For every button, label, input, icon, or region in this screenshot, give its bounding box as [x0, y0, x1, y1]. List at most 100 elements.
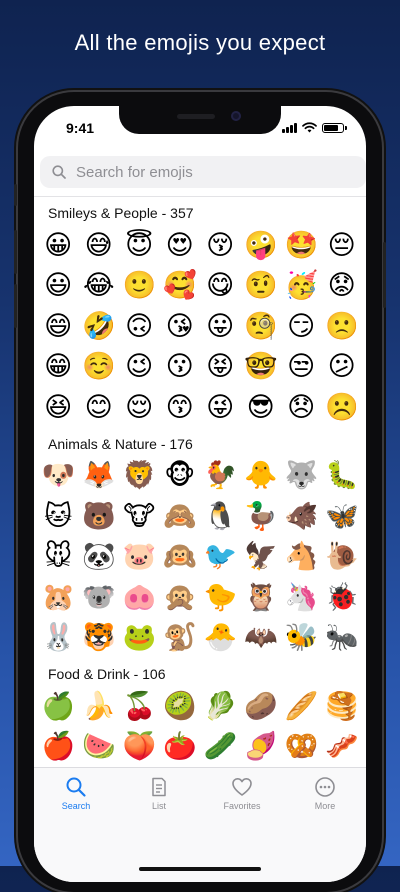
emoji-cell[interactable]: 😟: [322, 266, 363, 307]
emoji-cell[interactable]: 😰: [362, 387, 366, 428]
emoji-cell[interactable]: 🙉: [160, 537, 201, 578]
emoji-cell[interactable]: 🙁: [322, 306, 363, 347]
emoji-cell[interactable]: 🤩: [281, 225, 322, 266]
emoji-cell[interactable]: 🙂: [119, 266, 160, 307]
emoji-cell[interactable]: 😆: [38, 387, 79, 428]
emoji-cell[interactable]: 🐴: [281, 537, 322, 578]
emoji-cell[interactable]: 😗: [160, 347, 201, 388]
emoji-cell[interactable]: 🦁: [119, 456, 160, 497]
emoji-cell[interactable]: 🐨: [79, 577, 120, 618]
emoji-cell[interactable]: 😘: [160, 306, 201, 347]
emoji-cell[interactable]: 🥔: [241, 686, 282, 727]
emoji-cell[interactable]: 😀: [38, 225, 79, 266]
emoji-cell[interactable]: 😉: [119, 347, 160, 388]
emoji-cell[interactable]: 🥬: [200, 686, 241, 727]
emoji-cell[interactable]: 🐰: [38, 618, 79, 659]
emoji-cell[interactable]: 🐌: [322, 537, 363, 578]
emoji-cell[interactable]: 🍌: [79, 686, 120, 727]
emoji-cell[interactable]: 🐶: [38, 456, 79, 497]
tab-search[interactable]: Search: [46, 776, 106, 811]
emoji-cell[interactable]: 🙈: [160, 496, 201, 537]
emoji-cell[interactable]: 🥝: [160, 686, 201, 727]
emoji-cell[interactable]: 🐷: [119, 537, 160, 578]
emoji-cell[interactable]: 🍠: [241, 727, 282, 768]
emoji-cell[interactable]: 🙃: [119, 306, 160, 347]
emoji-cell[interactable]: 🤣: [79, 306, 120, 347]
emoji-cell[interactable]: 🦟: [362, 456, 366, 497]
emoji-cell[interactable]: 😵: [362, 266, 366, 307]
emoji-cell[interactable]: 🐮: [119, 496, 160, 537]
emoji-cell[interactable]: 🥞: [322, 686, 363, 727]
emoji-cell[interactable]: 🐤: [200, 577, 241, 618]
emoji-cell[interactable]: 😨: [362, 347, 366, 388]
emoji-cell[interactable]: 🤓: [241, 347, 282, 388]
emoji-cell[interactable]: 🍒: [119, 686, 160, 727]
emoji-cell[interactable]: 🐹: [38, 577, 79, 618]
emoji-cell[interactable]: 🙊: [160, 577, 201, 618]
tab-more[interactable]: More: [295, 776, 355, 811]
emoji-cell[interactable]: 🐝: [281, 618, 322, 659]
emoji-cell[interactable]: 🦊: [79, 456, 120, 497]
emoji-cell[interactable]: 🍉: [79, 727, 120, 768]
emoji-cell[interactable]: 🐥: [241, 456, 282, 497]
emoji-cell[interactable]: 😒: [281, 347, 322, 388]
emoji-cell[interactable]: 🥖: [281, 686, 322, 727]
emoji-cell[interactable]: 🥳: [281, 266, 322, 307]
emoji-cell[interactable]: 🦇: [241, 618, 282, 659]
emoji-cell[interactable]: 😃: [38, 266, 79, 307]
tab-list[interactable]: List: [129, 776, 189, 811]
emoji-cell[interactable]: 😔: [322, 225, 363, 266]
emoji-cell[interactable]: 🐓: [200, 456, 241, 497]
emoji-cell[interactable]: 🥒: [200, 727, 241, 768]
emoji-cell[interactable]: 😛: [200, 306, 241, 347]
emoji-cell[interactable]: 😕: [322, 347, 363, 388]
emoji-cell[interactable]: 🐞: [322, 577, 363, 618]
emoji-cell[interactable]: 🐍: [362, 618, 366, 659]
emoji-cell[interactable]: 🐼: [79, 537, 120, 578]
emoji-cell[interactable]: 🥓: [322, 727, 363, 768]
tab-favorites[interactable]: Favorites: [212, 776, 272, 811]
emoji-cell[interactable]: 🍅: [160, 727, 201, 768]
emoji-cell[interactable]: 🦋: [322, 496, 363, 537]
emoji-list[interactable]: Smileys & People - 357😀😅😇😍😚🤪🤩😔😯😃😂🙂🥰😋🤨🥳😟😵…: [34, 197, 366, 767]
emoji-cell[interactable]: 😜: [200, 387, 241, 428]
emoji-cell[interactable]: 🐵: [160, 456, 201, 497]
emoji-cell[interactable]: 🥰: [160, 266, 201, 307]
emoji-cell[interactable]: 🐛: [322, 456, 363, 497]
emoji-cell[interactable]: 🍏: [38, 686, 79, 727]
emoji-cell[interactable]: 😌: [119, 387, 160, 428]
emoji-cell[interactable]: 😇: [119, 225, 160, 266]
emoji-cell[interactable]: 🐜: [322, 618, 363, 659]
emoji-cell[interactable]: 🐻: [79, 496, 120, 537]
emoji-cell[interactable]: 🤪: [241, 225, 282, 266]
emoji-cell[interactable]: 🤨: [241, 266, 282, 307]
emoji-cell[interactable]: 🐯: [79, 618, 120, 659]
emoji-cell[interactable]: 😱: [362, 306, 366, 347]
emoji-cell[interactable]: 😯: [362, 225, 366, 266]
emoji-cell[interactable]: 😙: [160, 387, 201, 428]
emoji-cell[interactable]: 🐺: [281, 456, 322, 497]
emoji-cell[interactable]: 😍: [160, 225, 201, 266]
emoji-cell[interactable]: 🕷️: [362, 496, 366, 537]
emoji-cell[interactable]: 🐣: [200, 618, 241, 659]
emoji-cell[interactable]: 🍑: [119, 727, 160, 768]
search-input[interactable]: [74, 162, 338, 182]
emoji-cell[interactable]: 😅: [79, 225, 120, 266]
emoji-cell[interactable]: 🍎: [38, 727, 79, 768]
search-field[interactable]: [40, 156, 366, 188]
emoji-cell[interactable]: 😎: [241, 387, 282, 428]
emoji-cell[interactable]: 🥢: [362, 686, 366, 727]
emoji-cell[interactable]: ☹️: [322, 387, 363, 428]
emoji-cell[interactable]: 🐭: [38, 537, 79, 578]
emoji-cell[interactable]: 🦅: [241, 537, 282, 578]
emoji-cell[interactable]: 😄: [38, 306, 79, 347]
emoji-cell[interactable]: 😊: [79, 387, 120, 428]
emoji-cell[interactable]: 😚: [200, 225, 241, 266]
emoji-cell[interactable]: 🦉: [241, 577, 282, 618]
emoji-cell[interactable]: 🐧: [200, 496, 241, 537]
emoji-cell[interactable]: 🐢: [362, 577, 366, 618]
emoji-cell[interactable]: 🍗: [362, 727, 366, 768]
emoji-cell[interactable]: 😁: [38, 347, 79, 388]
emoji-cell[interactable]: 😏: [281, 306, 322, 347]
emoji-cell[interactable]: 🥨: [281, 727, 322, 768]
